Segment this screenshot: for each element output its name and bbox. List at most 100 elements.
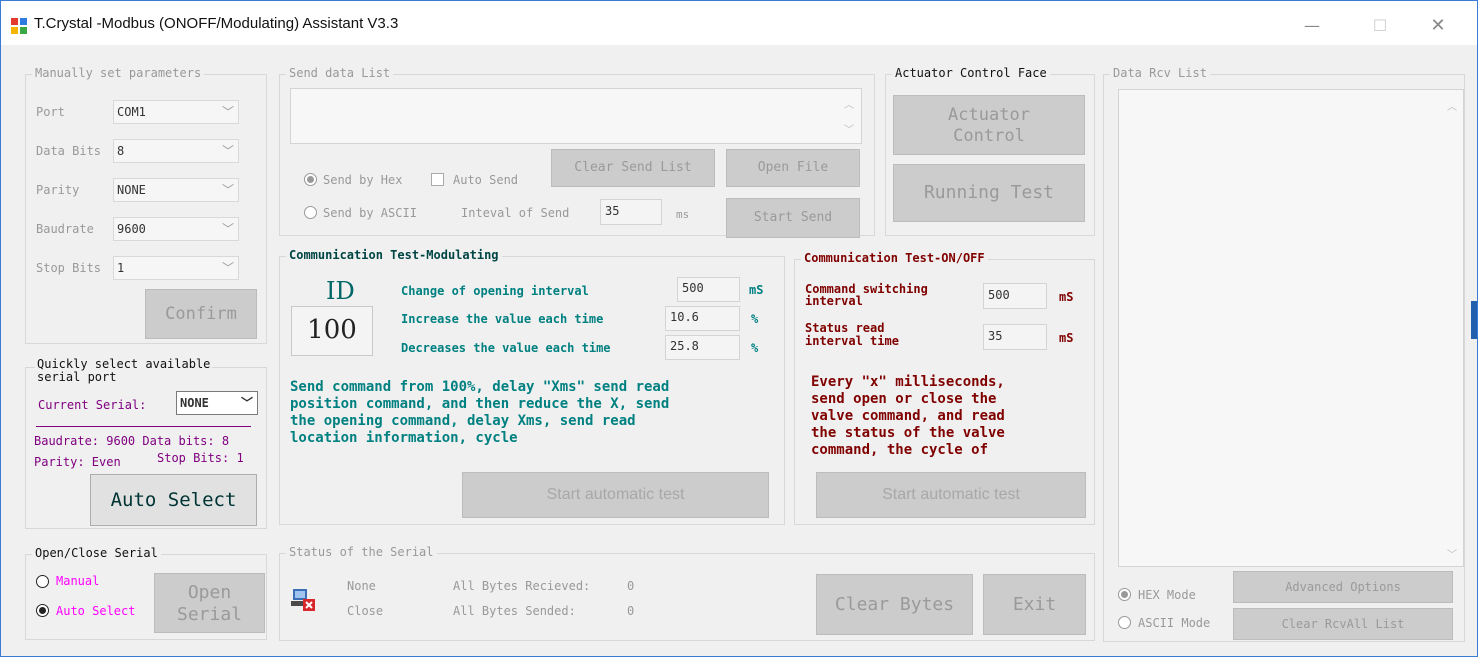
minimize-button[interactable]: —	[1289, 11, 1335, 41]
onoff-title: Communication Test-ON/OFF	[801, 251, 988, 265]
clear-rcv-all-button[interactable]: Clear RcvAll List	[1233, 608, 1453, 640]
auto-send-checkbox[interactable]	[431, 173, 444, 186]
baud-select[interactable]: 9600 ﹀	[113, 217, 239, 241]
change-interval-label: Change of opening interval	[401, 284, 589, 298]
scroll-down-icon[interactable]: ﹀	[1447, 546, 1457, 561]
maximize-button[interactable]: ☐	[1357, 11, 1403, 41]
current-serial-select[interactable]: NONE ﹀	[176, 391, 258, 415]
port-state: Close	[347, 604, 384, 618]
confirm-button[interactable]: Confirm	[145, 289, 257, 339]
stopbits-select[interactable]: 1 ﹀	[113, 256, 239, 280]
actuator-control-button[interactable]: Actuator Control	[893, 95, 1085, 155]
increase-input[interactable]: 10.6	[665, 306, 740, 331]
decrease-input[interactable]: 25.8	[665, 335, 740, 360]
interval-unit: ms	[676, 208, 690, 221]
port-value: COM1	[117, 105, 146, 119]
auto-select-radio[interactable]	[36, 604, 49, 617]
start-send-button[interactable]: Start Send	[726, 198, 860, 238]
send-ascii-radio[interactable]	[304, 206, 317, 219]
app-icon	[11, 18, 27, 34]
onoff-description: Every "x" milliseconds, send open or clo…	[811, 374, 1005, 459]
auto-select-button[interactable]: Auto Select	[90, 474, 257, 526]
ascii-mode-label: ASCII Mode	[1138, 616, 1211, 630]
parity-label: Parity	[36, 183, 80, 197]
quick-select-title-line2: serial port	[37, 370, 117, 384]
onoff-desc-line2: send open or close the	[811, 391, 997, 407]
disconnected-icon	[291, 589, 315, 611]
command-interval-line2: interval	[805, 294, 863, 308]
stopbits-value: 1	[117, 261, 125, 275]
title-bar: T.Crystal -Modbus (ONOFF/Modulating) Ass…	[1, 1, 1477, 45]
increase-label: Increase the value each time	[401, 312, 604, 326]
chevron-down-icon: ﹀	[221, 261, 234, 275]
scroll-up-icon[interactable]: ︿	[844, 96, 854, 111]
baud-value: 9600	[117, 222, 146, 236]
send-hex-label: Send by Hex	[323, 173, 403, 187]
modulating-desc-line2: position command, and then reduce the X,…	[290, 396, 670, 412]
change-interval-input[interactable]: 500	[677, 277, 740, 302]
open-serial-line1: Open	[187, 582, 232, 603]
chevron-down-icon: ﹀	[221, 105, 234, 119]
parity-select[interactable]: NONE ﹀	[113, 178, 239, 202]
status-interval-unit: mS	[1059, 331, 1074, 345]
quick-info-line1: Baudrate: 9600 Data bits: 8	[34, 434, 230, 448]
onoff-desc-line4: the status of the valve	[811, 425, 1005, 441]
onoff-desc-line5: command, the cycle of	[811, 442, 989, 458]
send-ascii-label: Send by ASCII	[323, 206, 417, 220]
send-hex-radio[interactable]	[304, 173, 317, 186]
ascii-mode-radio[interactable]	[1118, 616, 1131, 629]
interval-label: Inteval of Send	[461, 206, 570, 220]
onoff-start-button[interactable]: Start automatic test	[816, 472, 1086, 518]
clear-bytes-button[interactable]: Clear Bytes	[816, 574, 973, 635]
parity-value: NONE	[117, 183, 146, 197]
decrease-unit: %	[751, 341, 759, 355]
id-input[interactable]: 100	[291, 306, 373, 356]
modulating-desc-line3: the opening command, delay Xms, send rea…	[290, 413, 636, 429]
quick-info-parity: Parity: Even	[34, 455, 121, 469]
running-test-button[interactable]: Running Test	[893, 164, 1085, 222]
databits-label: Data Bits	[36, 144, 102, 158]
manual-radio[interactable]	[36, 575, 49, 588]
serial-status-title: Status of the Serial	[286, 545, 437, 559]
app-window: T.Crystal -Modbus (ONOFF/Modulating) Ass…	[0, 0, 1478, 657]
edge-accent	[1471, 301, 1477, 339]
manual-radio-label: Manual	[56, 574, 100, 588]
hex-mode-radio[interactable]	[1118, 588, 1131, 601]
auto-send-label: Auto Send	[453, 173, 519, 187]
status-interval-line2: interval time	[805, 334, 899, 348]
manual-params-title: Manually set parameters	[32, 66, 205, 80]
open-serial-button[interactable]: Open Serial	[154, 573, 265, 633]
modulating-title: Communication Test-Modulating	[286, 248, 502, 262]
modulating-start-button[interactable]: Start automatic test	[462, 472, 769, 518]
send-data-textarea[interactable]	[290, 88, 862, 144]
data-rcv-textarea[interactable]	[1118, 89, 1464, 567]
hex-mode-label: HEX Mode	[1138, 588, 1196, 602]
chevron-down-icon: ﹀	[221, 144, 234, 158]
bytes-sent-value: 0	[627, 604, 635, 618]
command-interval-unit: mS	[1059, 290, 1074, 304]
current-serial-label: Current Serial:	[38, 398, 147, 412]
divider	[36, 426, 251, 427]
exit-button[interactable]: Exit	[983, 574, 1086, 635]
modulating-desc-line1: Send command from 100%, delay "Xms" send…	[290, 379, 670, 395]
port-name: None	[347, 579, 376, 593]
interval-input[interactable]: 35	[600, 199, 662, 225]
window-title: T.Crystal -Modbus (ONOFF/Modulating) Ass…	[34, 15, 399, 32]
actuator-control-line1: Actuator	[948, 105, 1030, 125]
status-interval-label: Status read interval time	[805, 322, 899, 348]
onoff-desc-line3: valve command, and read	[811, 408, 1005, 424]
port-select[interactable]: COM1 ﹀	[113, 100, 239, 124]
databits-select[interactable]: 8 ﹀	[113, 139, 239, 163]
clear-send-list-button[interactable]: Clear Send List	[551, 149, 715, 187]
open-close-title: Open/Close Serial	[32, 546, 161, 560]
status-interval-input[interactable]: 35	[983, 324, 1047, 350]
close-button[interactable]: ✕	[1415, 11, 1461, 41]
advanced-options-button[interactable]: Advanced Options	[1233, 571, 1453, 603]
command-interval-input[interactable]: 500	[983, 283, 1047, 309]
scroll-down-icon[interactable]: ﹀	[844, 121, 854, 136]
scroll-up-icon[interactable]: ︿	[1447, 98, 1457, 113]
open-file-button[interactable]: Open File	[726, 149, 860, 187]
actuator-control-line2: Control	[953, 126, 1025, 146]
change-interval-unit: mS	[749, 283, 764, 297]
actuator-title: Actuator Control Face	[892, 66, 1050, 80]
